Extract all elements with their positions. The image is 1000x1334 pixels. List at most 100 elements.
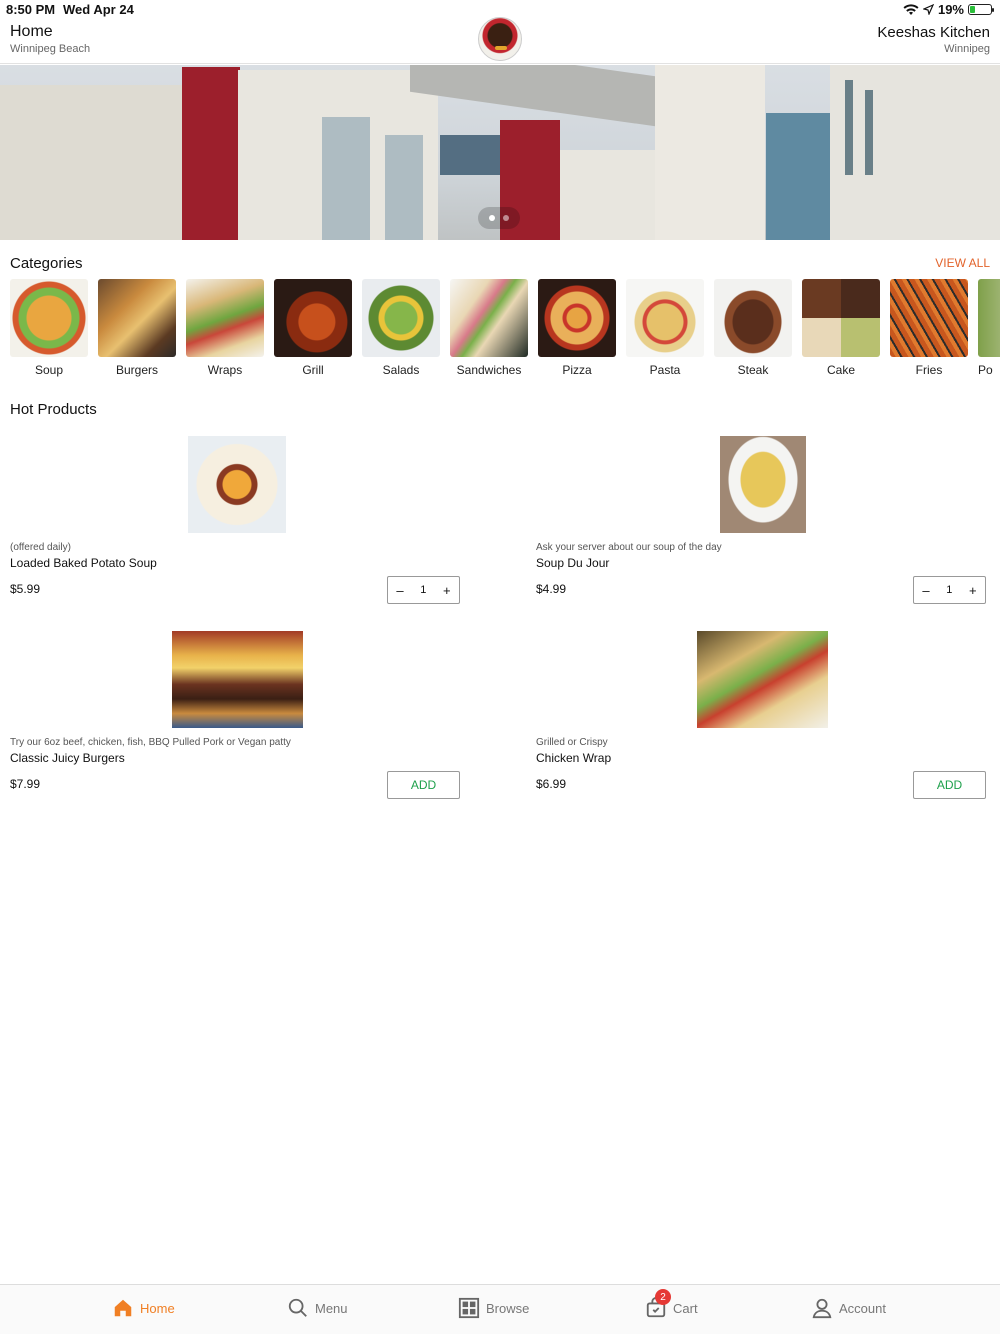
category-image — [802, 279, 880, 357]
tab-browse[interactable]: Browse — [458, 1297, 529, 1319]
cart-icon-wrap: 2 — [645, 1289, 671, 1319]
category-image — [890, 279, 968, 357]
category-image — [538, 279, 616, 357]
categories-carousel[interactable]: Soup Burgers Wraps Grill Salads Sandwich… — [10, 279, 1000, 379]
quantity-value: 1 — [946, 584, 953, 596]
tab-label: Menu — [315, 1300, 348, 1316]
product-image[interactable] — [697, 631, 828, 728]
restaurant-logo[interactable] — [478, 17, 522, 61]
tab-account[interactable]: Account — [811, 1297, 886, 1319]
app-header: Home Winnipeg Beach Keeshas Kitchen Winn… — [0, 17, 1000, 64]
product-price: $5.99 — [10, 582, 41, 596]
quantity-stepper: – 1 + — [387, 576, 460, 604]
category-label: Wraps — [207, 363, 243, 377]
increment-button[interactable]: + — [443, 583, 451, 598]
product-price: $6.99 — [536, 777, 567, 791]
product-name[interactable]: Chicken Wrap — [536, 751, 611, 765]
status-date: Wed Apr 24 — [63, 2, 134, 17]
category-image — [274, 279, 352, 357]
location-subtitle[interactable]: Winnipeg Beach — [10, 43, 90, 55]
tab-home[interactable]: Home — [112, 1297, 175, 1319]
category-image — [98, 279, 176, 357]
tab-label: Cart — [673, 1300, 698, 1316]
category-label: Grill — [302, 363, 324, 377]
category-label: Soup — [34, 363, 64, 377]
category-image — [978, 279, 1000, 357]
product-name[interactable]: Loaded Baked Potato Soup — [10, 556, 157, 570]
add-to-cart-button[interactable]: ADD — [913, 771, 986, 799]
status-time: 8:50 PM — [6, 2, 56, 17]
add-to-cart-button[interactable]: ADD — [387, 771, 460, 799]
cart-badge: 2 — [655, 1289, 671, 1305]
category-sandwiches[interactable]: Sandwiches — [450, 279, 528, 377]
product-card[interactable]: Grilled or Crispy Chicken Wrap $6.99 ADD — [536, 631, 986, 801]
category-image — [186, 279, 264, 357]
category-pizza[interactable]: Pizza — [538, 279, 616, 377]
category-label: Pizza — [562, 363, 592, 377]
category-label: Sandwiches — [456, 363, 522, 377]
category-cake[interactable]: Cake — [802, 279, 880, 377]
product-image[interactable] — [720, 436, 806, 533]
product-name[interactable]: Soup Du Jour — [536, 556, 609, 570]
product-image[interactable] — [188, 436, 286, 533]
status-right: 19% — [903, 2, 994, 17]
category-label: Steak — [737, 363, 769, 377]
hot-products-title: Hot Products — [10, 401, 97, 418]
page-title: Home — [10, 23, 53, 40]
battery-icon — [968, 4, 994, 15]
tab-label: Home — [140, 1300, 175, 1316]
product-price: $4.99 — [536, 582, 567, 596]
product-price: $7.99 — [10, 777, 41, 791]
category-salads[interactable]: Salads — [362, 279, 440, 377]
user-icon — [812, 1298, 832, 1319]
bottom-tab-bar: Home Menu Browse 2 Cart Account — [0, 1284, 1000, 1334]
quantity-stepper: – 1 + — [913, 576, 986, 604]
category-image — [626, 279, 704, 357]
store-name[interactable]: Keeshas Kitchen — [877, 24, 990, 41]
category-label: Po — [978, 363, 993, 377]
search-icon — [288, 1298, 307, 1317]
category-grill[interactable]: Grill — [274, 279, 352, 377]
category-label: Pasta — [649, 363, 681, 377]
category-image — [362, 279, 440, 357]
tab-label: Browse — [486, 1300, 530, 1316]
banner-dot-2[interactable] — [503, 215, 509, 221]
grid-icon — [458, 1297, 480, 1319]
category-burgers[interactable]: Burgers — [98, 279, 176, 377]
quantity-value: 1 — [420, 584, 427, 596]
store-city: Winnipeg — [944, 43, 990, 55]
product-description: Ask your server about our soup of the da… — [536, 542, 722, 553]
category-label: Salads — [382, 363, 420, 377]
home-icon — [114, 1299, 132, 1317]
tab-cart[interactable]: 2 Cart — [645, 1289, 698, 1319]
banner-pagination[interactable] — [478, 207, 520, 229]
category-steak[interactable]: Steak — [714, 279, 792, 377]
product-description: Try our 6oz beef, chicken, fish, BBQ Pul… — [10, 737, 291, 748]
tab-label: Account — [839, 1300, 886, 1316]
category-image — [714, 279, 792, 357]
category-fries[interactable]: Fries — [890, 279, 968, 377]
product-card[interactable]: Ask your server about our soup of the da… — [536, 436, 986, 606]
category-label: Fries — [915, 363, 943, 377]
decrement-button[interactable]: – — [396, 583, 403, 598]
category-image — [450, 279, 528, 357]
category-soup[interactable]: Soup — [10, 279, 88, 377]
category-wraps[interactable]: Wraps — [186, 279, 264, 377]
decrement-button[interactable]: – — [922, 583, 929, 598]
category-partial[interactable]: Po — [978, 279, 1000, 377]
category-label: Cake — [826, 363, 855, 377]
location-arrow-icon — [922, 4, 934, 15]
banner-dot-1[interactable] — [489, 215, 495, 221]
product-card[interactable]: (offered daily) Loaded Baked Potato Soup… — [10, 436, 460, 606]
product-image[interactable] — [172, 631, 303, 728]
view-all-link[interactable]: VIEW ALL — [935, 256, 990, 270]
product-description: (offered daily) — [10, 542, 71, 553]
product-card[interactable]: Try our 6oz beef, chicken, fish, BBQ Pul… — [10, 631, 460, 801]
tab-menu[interactable]: Menu — [287, 1297, 348, 1319]
wifi-icon — [903, 3, 919, 15]
category-pasta[interactable]: Pasta — [626, 279, 704, 377]
increment-button[interactable]: + — [969, 583, 977, 598]
category-label: Burgers — [115, 363, 159, 377]
product-name[interactable]: Classic Juicy Burgers — [10, 751, 125, 765]
categories-title: Categories — [10, 255, 83, 272]
